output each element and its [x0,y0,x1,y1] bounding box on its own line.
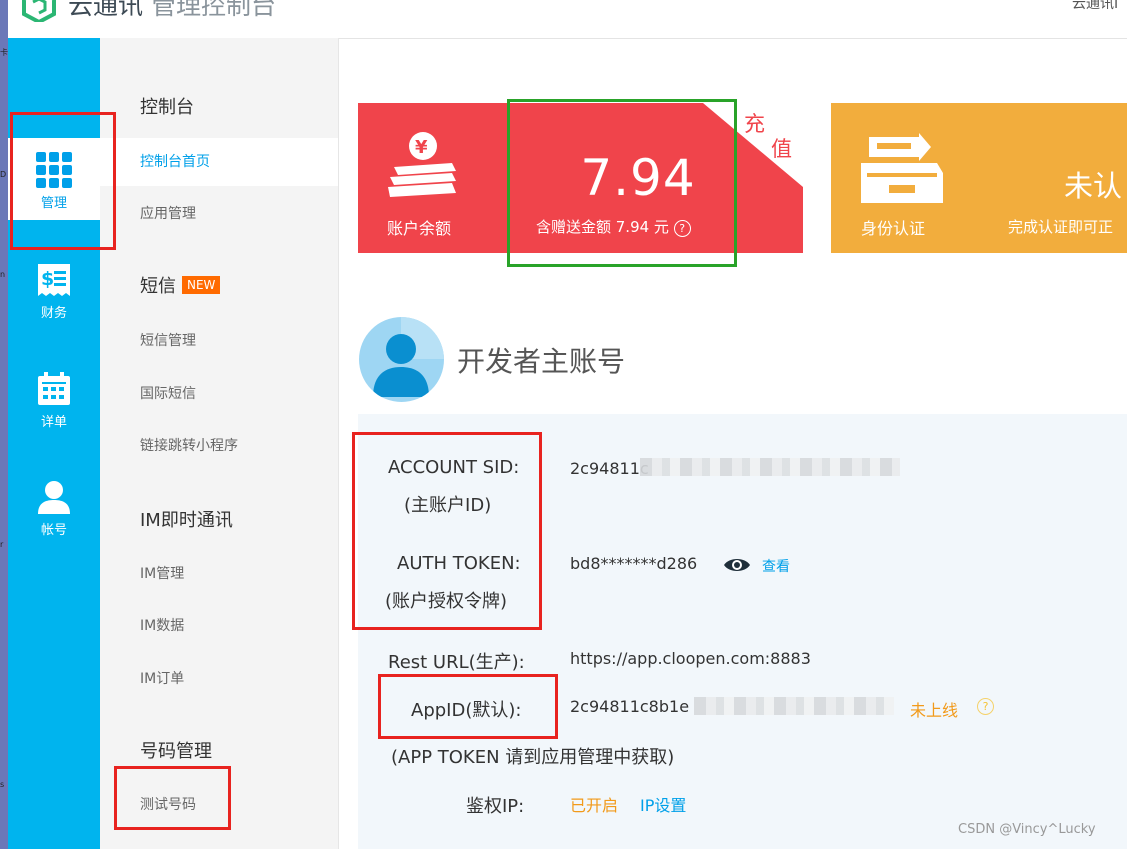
annotation-box [10,112,116,250]
account-sid-value: 2c94811c [570,459,649,478]
sub-item-intl-sms[interactable]: 国际短信 [100,370,338,418]
sub-item-im-manage[interactable]: IM管理 [100,550,338,598]
new-badge: NEW [182,276,221,294]
developer-title: 开发者主账号 [457,345,626,378]
annotation-box [378,674,558,739]
nav-item-account[interactable]: 帐号 [8,476,100,558]
recharge-char-2[interactable]: 值 [771,133,792,163]
eye-icon[interactable] [723,556,751,574]
app-token-note: (APP TOKEN 请到应用管理中获取) [391,747,675,768]
id-verify-icon [861,133,943,203]
verify-subtext: 完成认证即可正 [1008,218,1114,236]
sub-item-sms-manage[interactable]: 短信管理 [100,317,338,365]
logo-subtitle: 管理控制台 [150,0,276,20]
desktop-char: r [0,540,4,549]
person-icon [373,317,444,397]
redacted-blur [640,458,900,476]
svg-text:$: $ [41,268,54,290]
auth-ip-status: 已开启 [570,796,619,815]
user-link[interactable]: 云通讯I [1072,0,1118,13]
sub-item-im-order[interactable]: IM订单 [100,655,338,703]
appid-status: 未上线 [910,701,959,720]
nav-label-account: 帐号 [40,523,67,538]
top-header: 云通讯 管理控制台 云通讯I [8,0,1127,39]
section-title-number: 号码管理 [140,741,212,762]
verify-label: 身份认证 [861,219,926,238]
calendar-icon [38,372,70,405]
verify-status: 未认 [1064,169,1123,203]
verify-card: 身份认证 未认 完成认证即可正 [831,103,1127,253]
section-title-sms: 短信 NEW [140,272,221,298]
annotation-box [114,766,231,830]
sub-menu: 控制台 控制台首页 应用管理 短信 NEW 短信管理 国际短信 链接跳转小程序 I… [100,38,339,849]
appid-help-icon[interactable]: ? [977,698,994,715]
watermark: CSDN @Vincy^Lucky [958,822,1096,837]
desktop-char: s [0,780,5,789]
sub-item-im-data[interactable]: IM数据 [100,602,338,650]
section-title-console: 控制台 [140,97,194,118]
balance-label: 账户余额 [387,219,452,238]
desktop-char: 卡 [0,48,8,57]
nav-item-details[interactable]: 详单 [8,368,100,450]
finance-icon: $ [38,264,70,296]
logo-brand: 云通讯 [68,0,144,20]
nav-item-finance[interactable]: $ 财务 [8,260,100,342]
appid-value: 2c94811c8b1e [570,697,690,716]
auth-ip-label: 鉴权IP: [466,796,525,817]
logo-icon [22,0,56,22]
rest-url-value: https://app.cloopen.com:8883 [570,649,811,668]
recharge-char-1[interactable]: 充 [744,108,765,138]
ip-settings-link[interactable]: IP设置 [640,792,686,816]
sub-item-link-jump[interactable]: 链接跳转小程序 [100,422,338,470]
user-icon [38,481,70,514]
desktop-char: n [0,270,6,279]
desktop-char: D [0,170,7,179]
nav-label-details: 详单 [40,415,67,430]
sms-title-text: 短信 [140,276,176,297]
sub-item-console-home[interactable]: 控制台首页 [100,138,338,186]
annotation-box [352,432,542,630]
sub-item-app-manage[interactable]: 应用管理 [100,190,338,238]
logo-text: 云通讯 管理控制台 [68,0,276,22]
nav-label-finance: 财务 [40,306,67,321]
auth-token-value: bd8*******d286 [570,554,698,573]
developer-avatar [359,317,444,402]
rest-url-label: Rest URL(生产): [388,652,525,673]
redacted-blur [694,697,894,715]
section-title-im: IM即时通讯 [140,510,233,531]
annotation-box [507,99,737,267]
desktop-edge: 卡 D n r s [0,0,8,849]
view-token-link[interactable]: 查看 [762,556,790,576]
